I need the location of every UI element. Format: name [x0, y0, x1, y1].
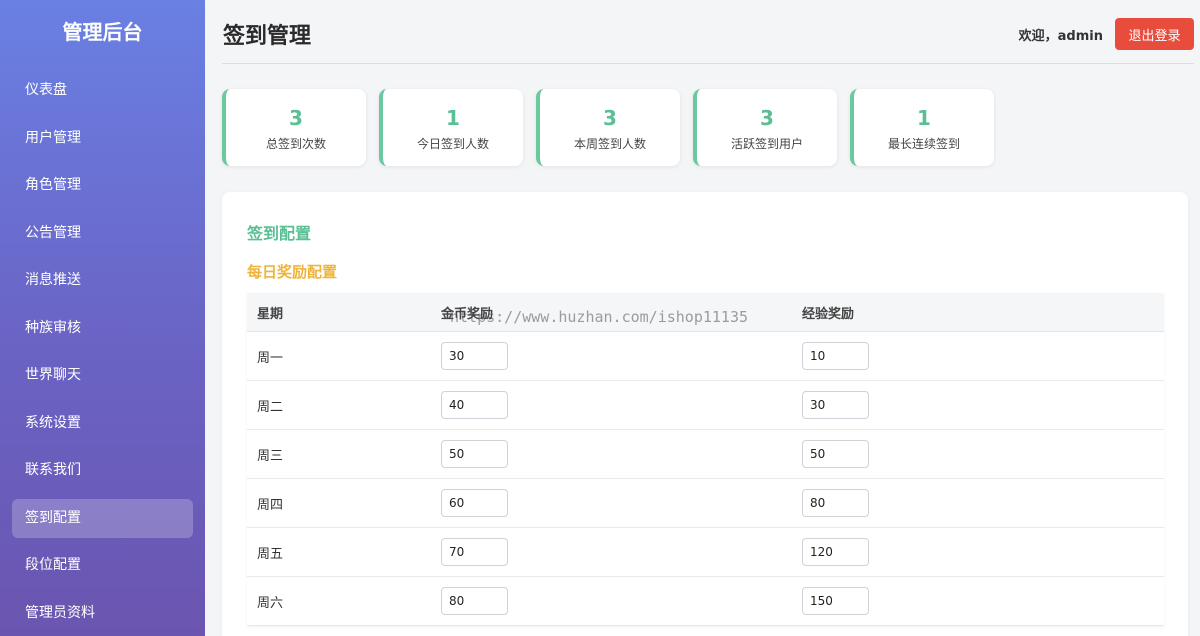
- column-header-exp: 经验奖励: [802, 306, 855, 322]
- table-row: 周四: [247, 479, 1164, 528]
- column-header-day: 星期: [257, 306, 284, 322]
- stats-cards: 3 总签到次数 1 今日签到人数 3 本周签到人数 3 活跃签到用户 1 最长连…: [222, 89, 994, 166]
- sidebar-item-push-messages[interactable]: 消息推送: [12, 261, 193, 300]
- stat-label: 今日签到人数: [416, 137, 489, 151]
- stat-card-today-checkins: 1 今日签到人数: [379, 89, 523, 166]
- sidebar-item-rank-config[interactable]: 段位配置: [12, 546, 193, 585]
- sidebar-item-announcements[interactable]: 公告管理: [12, 214, 193, 253]
- table-row: 周三: [247, 430, 1164, 479]
- stat-label: 本周签到人数: [573, 137, 646, 151]
- sidebar-item-contact-us[interactable]: 联系我们: [12, 451, 193, 490]
- exp-reward-input[interactable]: [802, 342, 869, 370]
- sidebar-item-admin-profile[interactable]: 管理员资料: [12, 594, 193, 633]
- day-label: 周四: [257, 497, 284, 513]
- welcome-text: 欢迎，admin: [1018, 29, 1103, 44]
- exp-reward-input[interactable]: [802, 489, 869, 517]
- exp-reward-input[interactable]: [802, 587, 869, 615]
- coin-reward-input[interactable]: [441, 391, 508, 419]
- table-row: 周五: [247, 528, 1164, 577]
- coin-reward-input[interactable]: [441, 342, 508, 370]
- sidebar-item-system-settings[interactable]: 系统设置: [12, 404, 193, 443]
- stat-value: 3: [603, 106, 617, 130]
- stat-card-active-users: 3 活跃签到用户: [693, 89, 837, 166]
- stat-card-total-checkins: 3 总签到次数: [222, 89, 366, 166]
- brand-title: 管理后台: [62, 20, 143, 44]
- table-row: 周二: [247, 381, 1164, 430]
- stat-value: 1: [917, 106, 931, 130]
- sidebar: 管理后台 仪表盘 用户管理 角色管理 公告管理 消息推送 种族审核 世界聊天 系…: [0, 0, 205, 636]
- coin-reward-input[interactable]: [441, 538, 508, 566]
- table-header: 星期 金币奖励 经验奖励: [247, 293, 1164, 332]
- exp-reward-input[interactable]: [802, 440, 869, 468]
- stat-value: 1: [446, 106, 460, 130]
- sidebar-item-checkin-config[interactable]: 签到配置: [12, 498, 193, 538]
- coin-reward-input[interactable]: [441, 587, 508, 615]
- top-bar: 签到管理 欢迎，admin 退出登录: [222, 0, 1194, 64]
- page-title: 签到管理: [223, 24, 312, 49]
- exp-reward-input[interactable]: [802, 391, 869, 419]
- sidebar-item-roles[interactable]: 角色管理: [12, 166, 193, 205]
- stat-label: 最长连续签到: [887, 137, 960, 151]
- day-label: 周五: [257, 546, 284, 562]
- sidebar-item-race-review[interactable]: 种族审核: [12, 309, 193, 348]
- sidebar-item-users[interactable]: 用户管理: [12, 119, 193, 158]
- stat-value: 3: [289, 106, 303, 130]
- day-label: 周六: [257, 595, 284, 611]
- logout-button[interactable]: 退出登录: [1115, 18, 1194, 50]
- stat-value: 3: [760, 106, 774, 130]
- coin-reward-input[interactable]: [441, 440, 508, 468]
- daily-reward-table: 星期 金币奖励 经验奖励 周一 周二 周三 周四: [247, 293, 1164, 626]
- exp-reward-input[interactable]: [802, 538, 869, 566]
- day-label: 周二: [257, 399, 284, 415]
- daily-reward-title: 每日奖励配置: [247, 263, 338, 281]
- stat-card-week-checkins: 3 本周签到人数: [536, 89, 680, 166]
- stat-label: 活跃签到用户: [730, 137, 803, 151]
- column-header-coins: 金币奖励: [441, 306, 494, 322]
- stat-card-longest-streak: 1 最长连续签到: [850, 89, 994, 166]
- sidebar-item-dashboard[interactable]: 仪表盘: [12, 71, 193, 110]
- coin-reward-input[interactable]: [441, 489, 508, 517]
- checkin-config-panel: 签到配置 每日奖励配置 星期 金币奖励 经验奖励 周一 周二 周三: [222, 192, 1188, 636]
- table-row: 周六: [247, 577, 1164, 626]
- sidebar-item-world-chat[interactable]: 世界聊天: [12, 356, 193, 395]
- day-label: 周一: [257, 350, 284, 366]
- stat-label: 总签到次数: [265, 137, 326, 151]
- section-title: 签到配置: [247, 224, 312, 243]
- main-content: 签到管理 欢迎，admin 退出登录 3 总签到次数 1 今日签到人数 3 本周…: [205, 0, 1200, 636]
- day-label: 周三: [257, 448, 284, 464]
- table-row: 周一: [247, 332, 1164, 381]
- sidebar-nav: 仪表盘 用户管理 角色管理 公告管理 消息推送 种族审核 世界聊天 系统设置 联…: [0, 64, 205, 633]
